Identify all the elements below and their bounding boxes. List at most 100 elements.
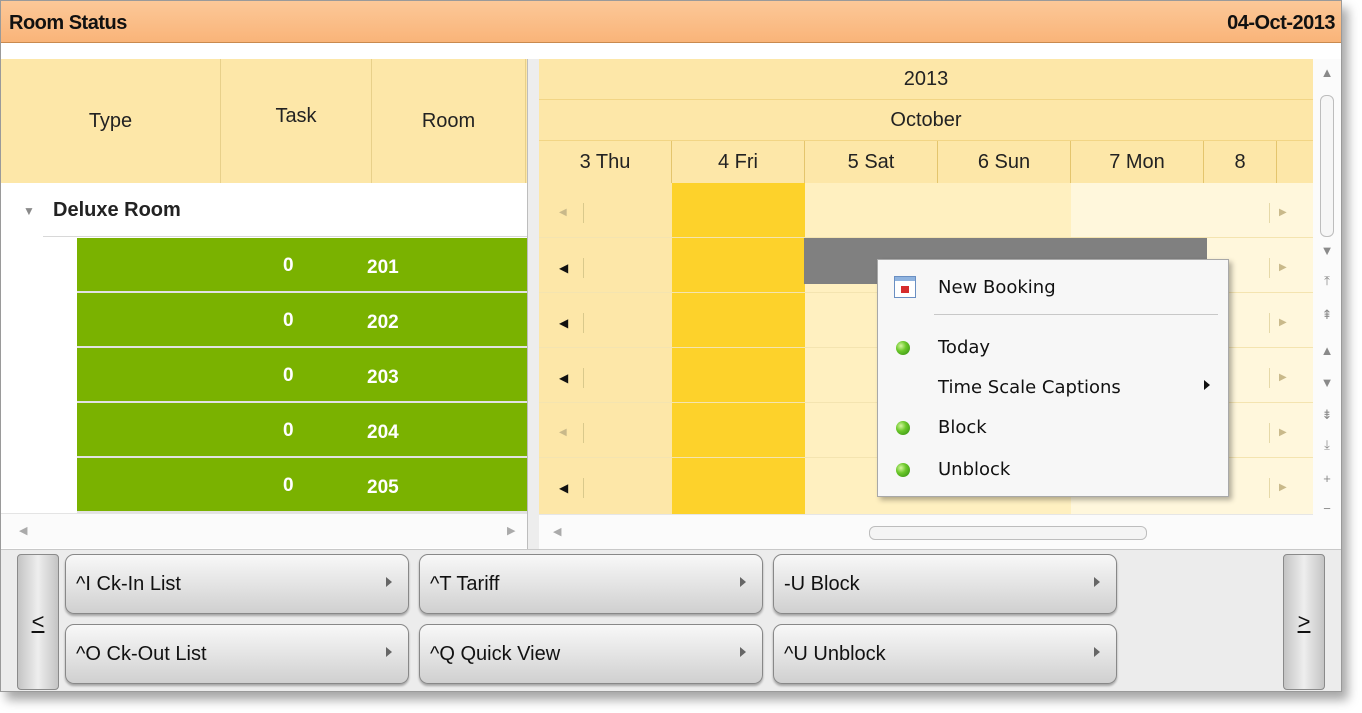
scroll-page-up-icon[interactable]: ⇞: [1313, 307, 1341, 323]
scroll-row-right-icon[interactable]: ▶: [1269, 472, 1309, 504]
room-row[interactable]: 0 203: [77, 348, 527, 403]
menu-item-label: Block: [938, 417, 987, 438]
scroll-row-left-icon[interactable]: ◀: [543, 472, 584, 504]
room-number: 203: [367, 367, 399, 388]
task-count: 0: [283, 475, 294, 496]
menu-item-unblock[interactable]: Unblock: [878, 450, 1228, 488]
green-dot-icon: [896, 463, 910, 477]
scroll-down-icon[interactable]: ▼: [1313, 243, 1341, 258]
ck-in-list-button[interactable]: ^I Ck-In List: [65, 554, 409, 614]
menu-item-label: Today: [938, 337, 991, 358]
menu-item-time-scale-captions[interactable]: Time Scale Captions: [878, 368, 1228, 406]
room-tree: ▼ Deluxe Room 0 201 0 202 0 203 0 204 0 …: [1, 183, 527, 513]
day-header[interactable]: 5 Sat: [805, 141, 938, 183]
day-header[interactable]: 8: [1204, 141, 1277, 183]
button-label: ^O Ck-Out List: [76, 643, 207, 665]
month-header: October: [539, 100, 1313, 141]
scroll-row-left-icon[interactable]: ◀: [543, 417, 584, 449]
button-label: -U Block: [784, 573, 860, 595]
scroll-row-right-icon[interactable]: ▶: [1269, 197, 1309, 229]
window-title: Room Status: [9, 12, 127, 34]
column-header-room[interactable]: Room: [372, 59, 526, 183]
scroll-left-icon[interactable]: ◀: [553, 525, 561, 538]
green-dot-icon: [896, 421, 910, 435]
submenu-arrow-icon: [1204, 380, 1210, 390]
scroll-row-right-icon[interactable]: ▶: [1269, 362, 1309, 394]
column-header-task[interactable]: Task: [221, 59, 372, 183]
day-column: [539, 183, 672, 514]
day-header[interactable]: 7 Mon: [1071, 141, 1204, 183]
scroll-left-icon[interactable]: ◀: [19, 524, 27, 537]
vertical-scrollbar[interactable]: ▲ ▼ ⤒ ⇞ ▲ ▼ ⇟ ⤓ + −: [1313, 59, 1341, 549]
room-row[interactable]: 0 205: [77, 458, 527, 513]
today-column: [672, 183, 805, 514]
day-header[interactable]: 3 Thu: [539, 141, 672, 183]
green-dot-icon: [896, 341, 910, 355]
task-count: 0: [283, 255, 294, 276]
scroll-row-right-icon[interactable]: ▶: [1269, 252, 1309, 284]
triangle-down-icon[interactable]: ▼: [23, 204, 35, 218]
schedule-horizontal-scrollbar[interactable]: ◀: [539, 514, 1313, 550]
zoom-in-icon[interactable]: +: [1313, 471, 1341, 486]
left-horizontal-scrollbar[interactable]: ◀ ▶: [1, 513, 527, 548]
group-row-deluxe-room[interactable]: ▼ Deluxe Room: [1, 183, 527, 237]
chevron-right-icon: [1094, 577, 1100, 587]
task-count: 0: [283, 420, 294, 441]
chevron-right-icon: [740, 577, 746, 587]
room-row[interactable]: 0 201: [77, 238, 527, 293]
divider: [43, 236, 527, 237]
current-date: 04-Oct-2013: [1227, 12, 1335, 34]
quick-view-button[interactable]: ^Q Quick View: [419, 624, 763, 684]
scroll-next-icon[interactable]: ▼: [1313, 375, 1341, 390]
scroll-thumb[interactable]: [869, 526, 1147, 540]
column-header-type[interactable]: Type: [1, 59, 221, 183]
button-label: ^I Ck-In List: [76, 573, 181, 595]
room-number: 204: [367, 422, 399, 443]
scroll-prev-icon[interactable]: ▲: [1313, 343, 1341, 358]
function-toolbar: < ^I Ck-In List ^T Tariff -U Block ^O Ck…: [1, 549, 1341, 691]
scroll-thumb[interactable]: [1320, 95, 1334, 237]
menu-item-label: New Booking: [938, 277, 1056, 298]
scroll-row-left-icon[interactable]: ◀: [543, 307, 584, 339]
button-label: ^T Tariff: [430, 573, 500, 595]
room-number: 201: [367, 257, 399, 278]
prev-page-button[interactable]: <: [17, 554, 59, 690]
scroll-last-icon[interactable]: ⤓: [1313, 437, 1341, 453]
title-bar: Room Status 04-Oct-2013: [1, 1, 1341, 43]
block-button[interactable]: -U Block: [773, 554, 1117, 614]
calendar-icon: [894, 276, 916, 298]
scroll-row-right-icon[interactable]: ▶: [1269, 307, 1309, 339]
button-label: ^U Unblock: [784, 643, 886, 665]
day-header[interactable]: 6 Sun: [938, 141, 1071, 183]
column-label: Task: [275, 104, 317, 127]
chevron-right-icon: [386, 647, 392, 657]
menu-item-today[interactable]: Today: [878, 328, 1228, 366]
task-count: 0: [283, 365, 294, 386]
menu-item-block[interactable]: Block: [878, 408, 1228, 446]
room-row[interactable]: 0 204: [77, 403, 527, 458]
task-count: 0: [283, 310, 294, 331]
next-page-button[interactable]: >: [1283, 554, 1325, 690]
unblock-button[interactable]: ^U Unblock: [773, 624, 1117, 684]
ck-out-list-button[interactable]: ^O Ck-Out List: [65, 624, 409, 684]
scroll-right-icon[interactable]: ▶: [507, 524, 515, 537]
tariff-button[interactable]: ^T Tariff: [419, 554, 763, 614]
group-label: Deluxe Room: [53, 199, 181, 221]
zoom-out-icon[interactable]: −: [1313, 501, 1341, 516]
scroll-up-icon[interactable]: ▲: [1313, 65, 1341, 80]
scroll-page-down-icon[interactable]: ⇟: [1313, 407, 1341, 423]
scroll-row-left-icon[interactable]: ◀: [543, 362, 584, 394]
scroll-row-left-icon[interactable]: ◀: [543, 197, 584, 229]
chevron-right-icon: [1094, 647, 1100, 657]
next-label: >: [1297, 609, 1311, 634]
room-grid-header: Type Task Room: [1, 59, 527, 183]
scroll-row-right-icon[interactable]: ▶: [1269, 417, 1309, 449]
prev-label: <: [31, 609, 45, 634]
menu-separator: [934, 314, 1218, 315]
scroll-first-icon[interactable]: ⤒: [1313, 273, 1341, 289]
day-header-row: 3 Thu 4 Fri 5 Sat 6 Sun 7 Mon 8: [539, 141, 1313, 184]
room-row[interactable]: 0 202: [77, 293, 527, 348]
menu-item-new-booking[interactable]: New Booking: [878, 268, 1228, 306]
day-header[interactable]: 4 Fri: [672, 141, 805, 183]
scroll-row-left-icon[interactable]: ◀: [543, 252, 584, 284]
